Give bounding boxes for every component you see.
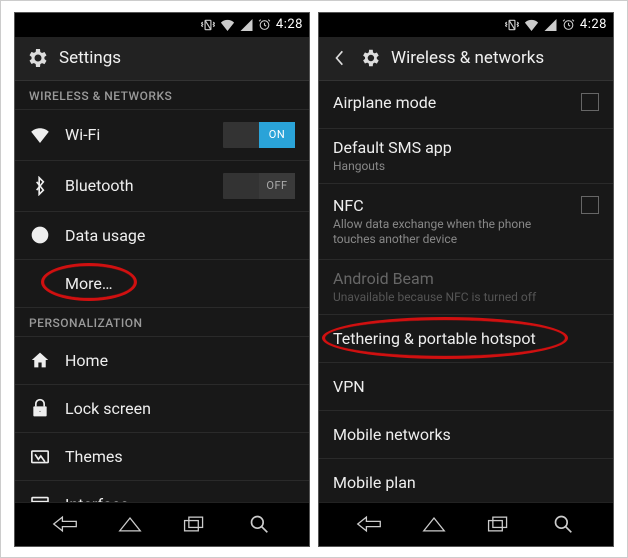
nav-back-button[interactable] [355, 510, 383, 538]
settings-gear-icon[interactable] [359, 47, 381, 69]
airplane-checkbox[interactable] [581, 93, 599, 111]
themes-row[interactable]: Themes [15, 433, 309, 481]
vibrate-icon [201, 18, 215, 32]
signal-icon [544, 19, 557, 31]
clock-text: 4:28 [276, 17, 303, 32]
wireless-list: Airplane mode Default SMS app Hangouts N… [319, 81, 613, 502]
lock-label: Lock screen [65, 399, 151, 418]
lock-screen-row[interactable]: Lock screen [15, 385, 309, 433]
wifi-toggle[interactable]: ON [223, 122, 295, 148]
interface-icon [29, 496, 51, 502]
nfc-label: NFC [333, 196, 567, 215]
clock-text: 4:28 [580, 17, 607, 32]
section-header-wireless: WIRELESS & NETWORKS [15, 81, 309, 110]
nfc-sub: Allow data exchange when the phone touch… [333, 217, 567, 247]
nfc-row[interactable]: NFC Allow data exchange when the phone t… [319, 184, 613, 260]
beam-sub: Unavailable because NFC is turned off [333, 290, 536, 305]
nav-home-button[interactable] [420, 510, 448, 538]
nav-bar [319, 502, 613, 546]
nav-bar [15, 502, 309, 546]
nfc-checkbox[interactable] [581, 196, 599, 214]
back-chevron-icon[interactable] [329, 49, 349, 67]
bluetooth-label: Bluetooth [65, 176, 134, 195]
wifi-label: Wi-Fi [65, 125, 100, 144]
data-usage-row[interactable]: Data usage [15, 212, 309, 260]
tethering-label: Tethering & portable hotspot [333, 329, 536, 348]
data-usage-icon [29, 225, 51, 245]
status-bar: 4:28 [319, 13, 613, 37]
themes-icon [29, 447, 51, 465]
themes-label: Themes [65, 447, 123, 466]
sms-sub: Hangouts [333, 159, 385, 174]
signal-icon [240, 19, 253, 31]
bluetooth-icon [29, 176, 51, 196]
section-header-personalization: PERSONALIZATION [15, 308, 309, 337]
wifi-icon [524, 19, 539, 31]
wifi-icon [220, 19, 235, 31]
left-screenshot: 4:28 Settings WIRELESS & NETWORKS Wi-Fi … [14, 12, 310, 547]
vibrate-icon [505, 18, 519, 32]
airplane-label: Airplane mode [333, 93, 567, 112]
page-title: Wireless & networks [391, 48, 544, 68]
mobile-plan-label: Mobile plan [333, 473, 416, 492]
more-label: More… [65, 274, 113, 293]
app-header: Wireless & networks [319, 37, 613, 81]
mobile-plan-row[interactable]: Mobile plan [319, 459, 613, 502]
home-icon [29, 351, 51, 369]
lock-icon [29, 398, 51, 418]
toggle-on-label: ON [259, 122, 295, 148]
sms-label: Default SMS app [333, 138, 452, 157]
airplane-row[interactable]: Airplane mode [319, 81, 613, 129]
alarm-icon [258, 18, 271, 31]
mobile-networks-label: Mobile networks [333, 425, 451, 444]
vpn-label: VPN [333, 377, 365, 396]
settings-list: WIRELESS & NETWORKS Wi-Fi ON Bluetooth O… [15, 81, 309, 502]
bluetooth-toggle[interactable]: OFF [223, 173, 295, 199]
toggle-off-label: OFF [259, 173, 295, 199]
nav-search-button[interactable] [245, 510, 273, 538]
beam-label: Android Beam [333, 269, 434, 288]
right-screenshot: 4:28 Wireless & networks Airplane mode D… [318, 12, 614, 547]
nav-home-button[interactable] [116, 510, 144, 538]
settings-gear-icon[interactable] [25, 46, 49, 70]
mobile-networks-row[interactable]: Mobile networks [319, 411, 613, 459]
status-bar: 4:28 [15, 13, 309, 37]
nav-recents-button[interactable] [180, 510, 208, 538]
wifi-row-icon [29, 127, 51, 143]
nav-recents-button[interactable] [484, 510, 512, 538]
data-usage-label: Data usage [65, 226, 145, 245]
page-title: Settings [59, 48, 121, 68]
wifi-row[interactable]: Wi-Fi ON [15, 110, 309, 161]
sms-row[interactable]: Default SMS app Hangouts [319, 129, 613, 184]
tethering-row[interactable]: Tethering & portable hotspot [319, 315, 613, 363]
alarm-icon [562, 18, 575, 31]
home-row[interactable]: Home [15, 337, 309, 385]
interface-label: Interface [65, 495, 129, 502]
bluetooth-row[interactable]: Bluetooth OFF [15, 161, 309, 212]
beam-row: Android Beam Unavailable because NFC is … [319, 260, 613, 315]
more-row[interactable]: More… [15, 260, 309, 308]
vpn-row[interactable]: VPN [319, 363, 613, 411]
nav-back-button[interactable] [51, 510, 79, 538]
interface-row[interactable]: Interface [15, 481, 309, 502]
app-header: Settings [15, 37, 309, 81]
nav-search-button[interactable] [549, 510, 577, 538]
home-label: Home [65, 351, 108, 370]
